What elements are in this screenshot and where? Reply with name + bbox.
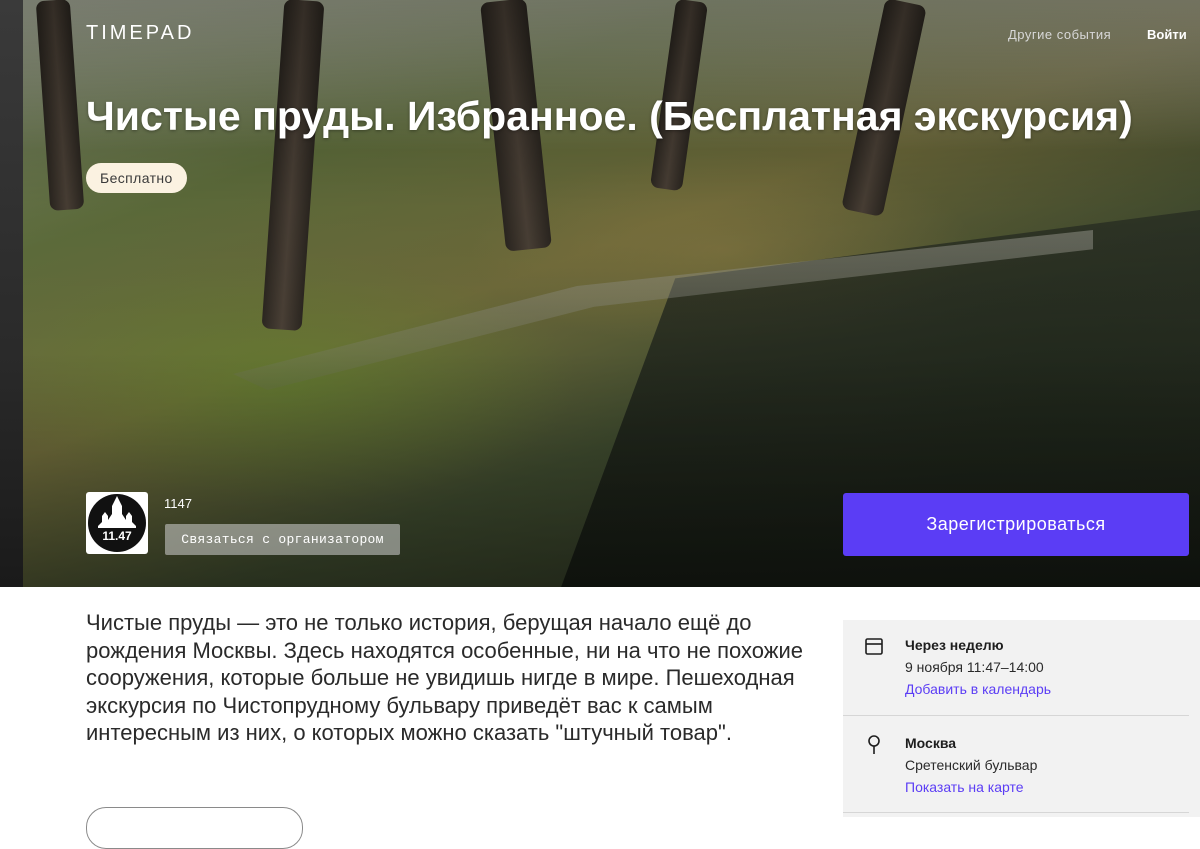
calendar-icon <box>865 638 883 655</box>
organizer-avatar[interactable]: 11.47 <box>86 492 148 554</box>
nav-login-link[interactable]: Войти <box>1147 27 1187 42</box>
date-time: 9 ноября 11:47–14:00 <box>905 659 1044 675</box>
map-pin-icon <box>868 735 880 754</box>
register-button[interactable]: Зарегистрироваться <box>843 493 1189 556</box>
add-to-calendar-link[interactable]: Добавить в календарь <box>905 681 1051 697</box>
timepad-logo[interactable]: TIMEPAD <box>86 22 194 45</box>
nav-other-events-link[interactable]: Другие события <box>1008 27 1111 42</box>
event-title: Чистые пруды. Избранное. (Бесплатная экс… <box>86 93 1133 139</box>
show-on-map-link[interactable]: Показать на карте <box>905 779 1024 795</box>
date-title: Через неделю <box>905 637 1004 653</box>
location-address: Сретенский бульвар <box>905 757 1038 773</box>
left-edge-strip <box>0 0 23 587</box>
info-divider <box>843 715 1189 716</box>
location-title: Москва <box>905 735 957 751</box>
event-description: Чистые пруды — это не только история, бе… <box>86 610 804 745</box>
organizer-logo-text: 11.47 <box>102 529 132 543</box>
organizer-logo-icon <box>88 494 146 552</box>
price-badge: Бесплатно <box>86 163 187 193</box>
organizer-name[interactable]: 1147 <box>164 496 192 511</box>
contact-organizer-button[interactable]: Связаться с организатором <box>165 524 400 555</box>
info-divider <box>843 812 1189 813</box>
more-button[interactable] <box>86 807 303 849</box>
